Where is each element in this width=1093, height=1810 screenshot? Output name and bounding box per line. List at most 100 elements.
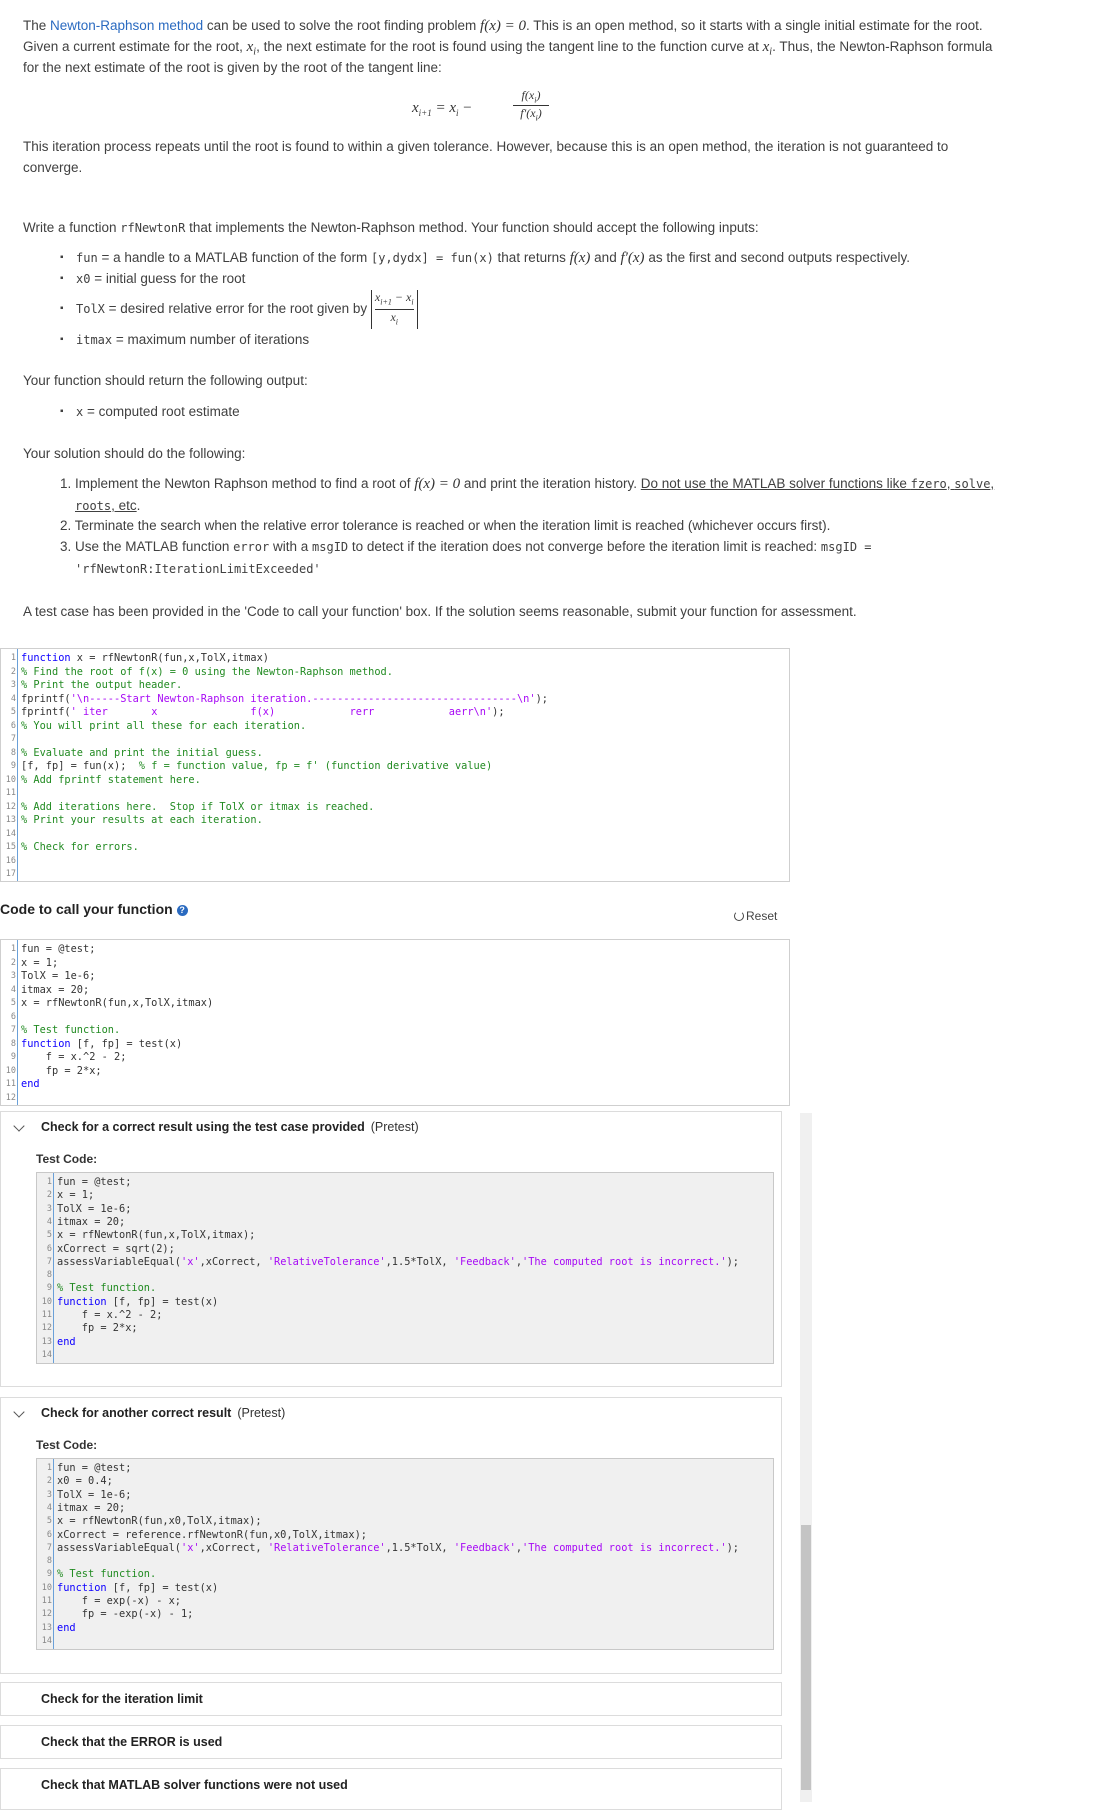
line-number: 2 bbox=[10, 957, 16, 968]
scrollbar-thumb[interactable] bbox=[801, 1525, 811, 1790]
formula-paren: ) bbox=[536, 88, 541, 102]
code-comment: % Add iterations here. Stop if TolX or i… bbox=[21, 800, 375, 813]
code-line: assessVariableEqual('x',xCorrect, 'Relat… bbox=[57, 1256, 739, 1268]
test-1-title[interactable]: Check for a correct result using the tes… bbox=[41, 1120, 419, 1134]
input-text: that returns bbox=[493, 250, 570, 265]
math-fx-eq-0: f(x) = 0 bbox=[414, 476, 461, 492]
line-number: 1 bbox=[10, 944, 16, 954]
code-solve: solve bbox=[954, 477, 991, 491]
code-text: fun = @test; bbox=[57, 1462, 132, 1474]
code-comment: % Test function. bbox=[57, 1282, 157, 1295]
step-period: . bbox=[136, 498, 141, 513]
code-fzero: fzero bbox=[910, 477, 947, 491]
code-line: % Print the output header. bbox=[21, 679, 182, 691]
test-4-title[interactable]: Check that the ERROR is used bbox=[41, 1735, 222, 1749]
code-line: x0 = 0.4; bbox=[57, 1475, 113, 1487]
code-text: [f, fp] = test(x) bbox=[106, 1581, 219, 1594]
code-line: f = exp(-x) - x; bbox=[57, 1595, 181, 1607]
steps-list: 1. Implement the Newton Raphson method t… bbox=[60, 473, 1060, 578]
line-number: 11 bbox=[5, 1079, 16, 1089]
step-text: to detect if the iteration does not conv… bbox=[348, 539, 821, 554]
line-number: 9 bbox=[46, 1569, 52, 1580]
test-panel-5[interactable]: Check that MATLAB solver functions were … bbox=[0, 1768, 782, 1810]
test-panel-2: Check for another correct result (Pretest… bbox=[0, 1397, 782, 1674]
code-text: [f, fp] = test(x) bbox=[106, 1295, 219, 1308]
formula-lhs: xi+1 = xi − bbox=[412, 100, 472, 118]
math-fx-eq-0: f(x) = 0 bbox=[480, 18, 526, 34]
intro-text: Given a current estimate for the root, bbox=[23, 39, 247, 54]
output-item-x: x = computed root estimate bbox=[60, 401, 240, 423]
code-comment: % Print the output header. bbox=[21, 679, 183, 691]
line-number: 9 bbox=[10, 761, 16, 771]
code-line: itmax = 20; bbox=[57, 1216, 125, 1228]
test-code-label: Test Code: bbox=[36, 1152, 98, 1166]
intro-text: The bbox=[23, 18, 51, 33]
code-comment: % Find the root of f(x) = 0 using the Ne… bbox=[21, 665, 393, 678]
line-number: 9 bbox=[46, 1283, 52, 1294]
gutter-border bbox=[17, 940, 18, 1105]
code-text: xCorrect = sqrt(2); bbox=[57, 1242, 175, 1255]
pretest-tag: (Pretest) bbox=[370, 1120, 419, 1134]
tol-sub: i bbox=[411, 296, 414, 306]
function-code-editor[interactable]: 1 function x = rfNewtonR(fun,x,TolX,itmax… bbox=[0, 648, 790, 882]
chevron-down-icon[interactable] bbox=[13, 1406, 25, 1418]
test-1-code: 1 fun = @test; 2 x = 1; 3 TolX = 1e-6; 4 itmax … bbox=[36, 1172, 774, 1364]
reset-button[interactable]: Reset bbox=[734, 909, 777, 923]
code-text: f = x.^2 - 2; bbox=[57, 1309, 163, 1321]
code-line: function [f, fp] = test(x) bbox=[57, 1582, 218, 1594]
test-panel-3[interactable]: Check for the iteration limit bbox=[0, 1682, 782, 1716]
call-code-editor[interactable]: 1 fun = @test; 2 x = 1; 3 TolX = 1e-6; 4 itmax … bbox=[0, 939, 790, 1106]
line-number: 13 bbox=[41, 1622, 52, 1633]
line-number: 16 bbox=[5, 855, 16, 866]
code-line: end bbox=[57, 1336, 76, 1348]
code-text: ,1.5*TolX, bbox=[385, 1255, 454, 1268]
code-text: ,xCorrect, bbox=[199, 1255, 268, 1268]
formula-minus: − bbox=[458, 100, 473, 116]
test-panel-4[interactable]: Check that the ERROR is used bbox=[0, 1725, 782, 1759]
code-string: 'x' bbox=[181, 1255, 200, 1268]
line-number: 8 bbox=[10, 747, 16, 758]
code-msgid-eq: msgID = bbox=[820, 540, 872, 554]
test-3-title[interactable]: Check for the iteration limit bbox=[41, 1692, 203, 1706]
line-number: 12 bbox=[5, 801, 16, 812]
line-number: 13 bbox=[41, 1336, 52, 1347]
tol-denominator: xi bbox=[375, 310, 414, 329]
line-number: 4 bbox=[10, 984, 16, 995]
chevron-down-icon[interactable] bbox=[13, 1120, 25, 1132]
line-number: 4 bbox=[46, 1216, 52, 1227]
task-write-function: Write a function rfNewtonR that implemen… bbox=[23, 217, 1063, 239]
code-text: [f, fp] = test(x) bbox=[70, 1037, 183, 1050]
test-2-title[interactable]: Check for another correct result (Pretest… bbox=[41, 1406, 285, 1420]
reset-label: Reset bbox=[746, 909, 778, 923]
line-number: 1 bbox=[46, 1463, 52, 1473]
line-number: 4 bbox=[46, 1502, 52, 1513]
code-line: % Test function. bbox=[21, 1024, 120, 1036]
code-keyword: end bbox=[57, 1621, 76, 1634]
code-line: end bbox=[57, 1622, 76, 1634]
step-warning: Do not use the MATLAB solver functions l… bbox=[640, 476, 911, 491]
code-line: fprintf('\n-----Start Newton-Raphson ite… bbox=[21, 693, 548, 705]
code-line: x = rfNewtonR(fun,x0,TolX,itmax); bbox=[57, 1515, 262, 1527]
test-5-title[interactable]: Check that MATLAB solver functions were … bbox=[41, 1778, 348, 1792]
input-item-x0: x0 = initial guess for the root bbox=[60, 268, 1060, 289]
newton-raphson-link[interactable]: Newton-Raphson method bbox=[50, 18, 203, 33]
formula-numerator: f(xi) bbox=[513, 88, 549, 107]
tol-sub: i+1 bbox=[380, 296, 392, 306]
line-number: 15 bbox=[5, 842, 16, 852]
code-line: % You will print all these for each iter… bbox=[21, 720, 306, 732]
return-text: Your function should return the followin… bbox=[23, 373, 308, 388]
line-number: 12 bbox=[41, 1323, 52, 1334]
code-text: itmax = 20; bbox=[57, 1501, 126, 1514]
line-number: 1 bbox=[46, 1177, 52, 1187]
code-text: ); bbox=[492, 706, 505, 718]
code-string: 'RelativeTolerance' bbox=[267, 1541, 386, 1554]
input-item-tolx: TolX = desired relative error for the ro… bbox=[60, 289, 1060, 330]
code-text: x = 1; bbox=[21, 956, 59, 969]
code-line: fun = @test; bbox=[21, 943, 95, 955]
test-note: A test case has been provided in the 'Co… bbox=[23, 604, 857, 619]
code-itmax: itmax bbox=[76, 333, 113, 347]
test-code-label: Test Code: bbox=[36, 1438, 98, 1452]
line-number: 7 bbox=[10, 734, 16, 744]
line-number: 10 bbox=[5, 1065, 16, 1076]
help-icon[interactable]: ? bbox=[176, 905, 188, 916]
